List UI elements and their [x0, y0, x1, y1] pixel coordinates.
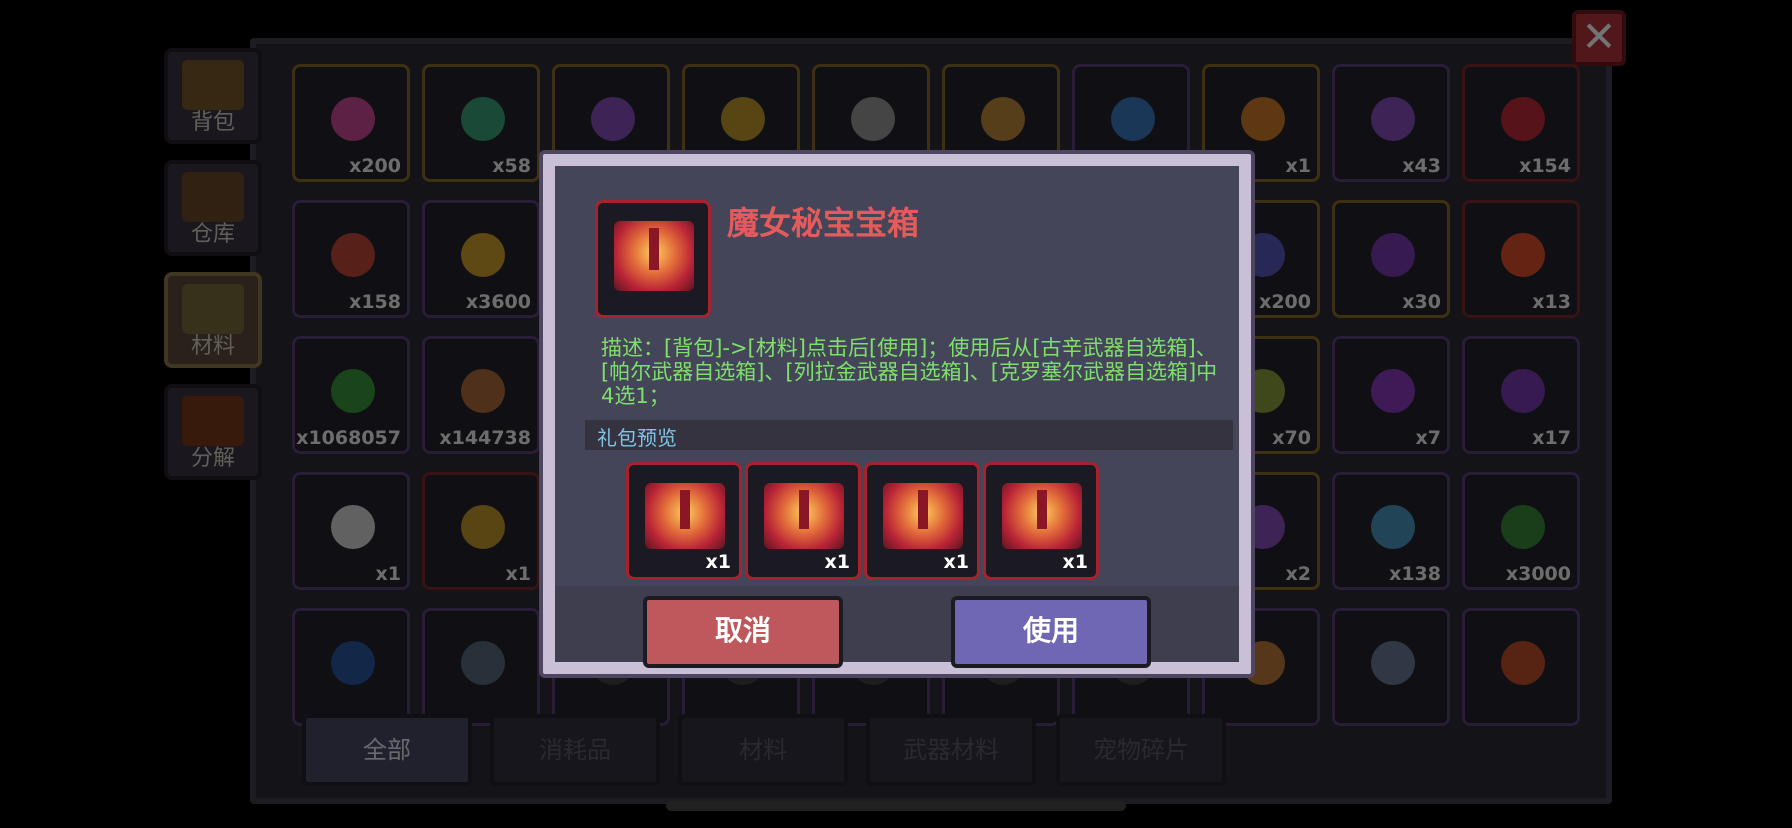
preview-item-count: x1 [824, 551, 850, 573]
item-title: 魔女秘宝宝箱 [727, 204, 920, 242]
preview-item-count: x1 [1062, 551, 1088, 573]
treasure-chest-icon [1002, 483, 1082, 549]
treasure-chest-icon [764, 483, 844, 549]
preview-item-count: x1 [943, 551, 969, 573]
dialog-content: 魔女秘宝宝箱 描述：[背包]->[材料]点击后[使用]；使用后从[古辛武器自选箱… [555, 166, 1239, 586]
item-description: 描述：[背包]->[材料]点击后[使用]；使用后从[古辛武器自选箱]、[帕尔武器… [601, 336, 1218, 408]
preview-item-count: x1 [705, 551, 731, 573]
use-button[interactable]: 使用 [951, 596, 1151, 668]
treasure-chest-icon [614, 221, 694, 291]
item-detail-dialog: 魔女秘宝宝箱 描述：[背包]->[材料]点击后[使用]；使用后从[古辛武器自选箱… [539, 150, 1255, 678]
cancel-button[interactable]: 取消 [643, 596, 843, 668]
preview-item[interactable]: x1 [864, 462, 980, 580]
item-icon-frame [595, 200, 711, 318]
treasure-chest-icon [645, 483, 725, 549]
preview-item[interactable]: x1 [626, 462, 742, 580]
preview-item[interactable]: x1 [745, 462, 861, 580]
preview-item[interactable]: x1 [983, 462, 1099, 580]
preview-label: 礼包预览 [597, 426, 677, 450]
preview-header: 礼包预览 [585, 420, 1233, 450]
treasure-chest-icon [883, 483, 963, 549]
